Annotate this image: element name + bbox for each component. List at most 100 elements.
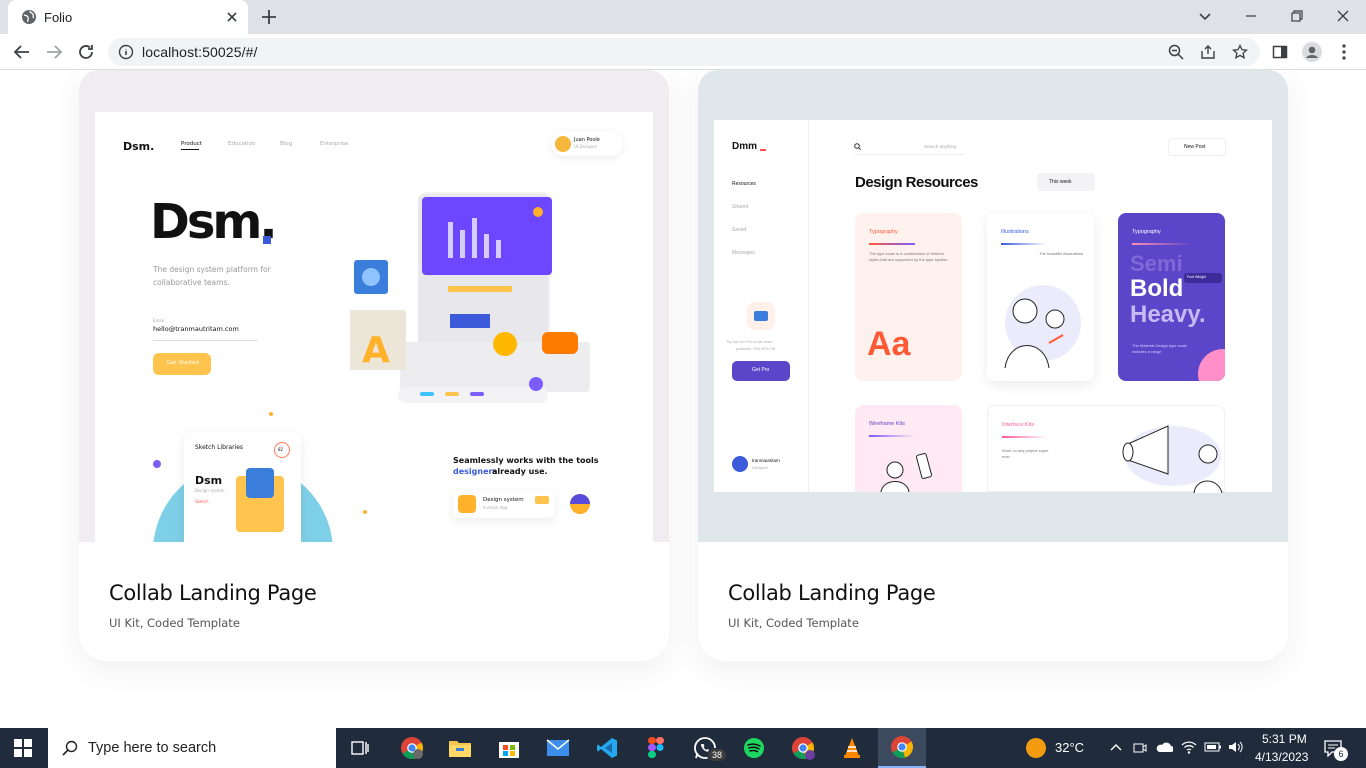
new-tab-icon[interactable]: [258, 6, 280, 28]
onedrive-icon[interactable]: [1155, 741, 1173, 753]
restore-icon[interactable]: [1274, 0, 1320, 32]
clock-date[interactable]: 4/13/2023: [1255, 750, 1308, 764]
preview-tools-highlight: designers: [453, 467, 498, 476]
vscode-icon[interactable]: [587, 732, 627, 764]
preview-heading: Design Resources: [855, 174, 978, 191]
megaphone-icon: [1122, 425, 1223, 493]
resource-desc: The beautiful illustrations: [1039, 251, 1084, 256]
tab-search-icon[interactable]: [1182, 0, 1228, 32]
back-icon[interactable]: [12, 42, 32, 62]
preview-lib-tag: Sketch: [195, 499, 209, 504]
resource-desc: Work on any project super ever: [1002, 448, 1049, 459]
task-view-icon[interactable]: [340, 732, 380, 764]
tool-sub: Invision App: [483, 505, 508, 510]
zoom-icon[interactable]: [1168, 44, 1184, 60]
share-icon[interactable]: [1200, 44, 1216, 60]
meet-icon[interactable]: [1133, 741, 1147, 755]
weather-sun-icon[interactable]: [1026, 738, 1046, 758]
battery-icon[interactable]: [1204, 742, 1222, 752]
preview-user-name: tranmautritam: [752, 458, 780, 463]
resource-desc: The Material Design type scale includes …: [1132, 343, 1187, 354]
preview-new-post: New Post: [1168, 138, 1226, 156]
preview-user-pill: Juan Poole UI Designer: [551, 132, 623, 156]
logo-dash: [760, 149, 766, 151]
weather-temp[interactable]: 32°C: [1055, 740, 1084, 755]
store-icon[interactable]: [489, 732, 529, 764]
heavy-sample: Heavy.: [1130, 301, 1206, 328]
reload-icon[interactable]: [76, 42, 96, 62]
dot: [363, 510, 367, 514]
window-close-icon[interactable]: [1320, 0, 1366, 32]
card-title[interactable]: Collab Landing Page: [728, 581, 936, 605]
notification-count: 6: [1334, 747, 1348, 761]
project-thumbnail[interactable]: Dmm Resources Shared Saved Messages Try …: [698, 70, 1288, 542]
wireframe-icon: [880, 453, 932, 492]
resource-title: Illustrations: [1001, 229, 1029, 235]
preview-logo: Dsm.: [123, 140, 155, 153]
wifi-icon[interactable]: [1181, 740, 1197, 754]
preview-resource-card: Typography Semi Bold Heavy. Font Weight …: [1118, 213, 1225, 381]
card-title[interactable]: Collab Landing Page: [109, 581, 317, 605]
notifications-icon[interactable]: 6: [1324, 739, 1348, 762]
avatar: [555, 136, 571, 152]
windows-start-icon[interactable]: [14, 739, 32, 762]
preview-cta-label: Get Started: [167, 360, 199, 366]
address-bar[interactable]: localhost:50025/#/: [108, 38, 1260, 66]
preview-nav-item: Blog: [280, 141, 293, 147]
dot: [153, 460, 161, 468]
preview-get-pro: Get Pro: [732, 361, 790, 381]
preview-upgrade-text: Try out our Pro to be more: [726, 339, 773, 344]
project-card[interactable]: Dmm Resources Shared Saved Messages Try …: [698, 70, 1288, 661]
file-explorer-icon[interactable]: [440, 732, 480, 764]
resource-title: Wireframe Kits: [869, 421, 906, 427]
chevron-up-icon[interactable]: [1110, 742, 1122, 752]
new-post-label: New Post: [1184, 144, 1206, 150]
preview-user-role: UI Designer: [574, 144, 598, 149]
preview-side-item: Saved: [732, 227, 747, 233]
taskbar-search[interactable]: Type here to search: [48, 728, 336, 768]
semi-sample: Semi: [1130, 251, 1183, 276]
preview-library-card: Sketch Libraries 82 Dsm Design system Sk…: [184, 432, 301, 542]
tool-label: Design system: [483, 497, 524, 503]
divider: [869, 435, 915, 437]
preview-tool-chip: Design system Invision App: [453, 490, 555, 518]
spotify-icon[interactable]: [734, 732, 774, 764]
minimize-icon[interactable]: [1228, 0, 1274, 32]
volume-icon[interactable]: [1228, 740, 1244, 754]
side-panel-icon[interactable]: [1270, 42, 1290, 62]
taskbar: Type here to search 38 32°C 5:31 PM 4/13…: [0, 728, 1366, 768]
chrome-profile-icon[interactable]: [783, 732, 823, 764]
resource-title: Typography: [869, 229, 898, 235]
nav-underline: [181, 149, 199, 150]
profile-avatar-icon[interactable]: [1302, 42, 1322, 62]
chrome-active-icon[interactable]: [878, 728, 926, 768]
preview-logo: Dmm: [732, 141, 758, 152]
globe-icon: [22, 10, 36, 24]
figma-icon[interactable]: [636, 732, 676, 764]
close-tab-icon[interactable]: [224, 9, 240, 25]
search-icon: [62, 740, 78, 756]
tab-strip: Folio: [0, 0, 1366, 34]
url-text: localhost:50025/#/: [142, 44, 258, 60]
filter-label: This week: [1049, 179, 1072, 185]
whatsapp-badge: 38: [707, 748, 727, 762]
project-thumbnail[interactable]: Dsm. Product Education Blog Enterprise J…: [79, 70, 669, 542]
card-subtitle: UI Kit, Coded Template: [109, 616, 240, 630]
browser-tab[interactable]: Folio: [8, 0, 248, 34]
chrome-app-icon[interactable]: [392, 732, 432, 764]
lib-count: 82: [278, 447, 284, 452]
menu-dots-icon[interactable]: [1334, 42, 1354, 62]
whatsapp-icon[interactable]: 38: [685, 732, 727, 764]
tooltip-label: Font Weight: [1187, 275, 1206, 279]
bookmark-star-icon[interactable]: [1232, 44, 1248, 60]
vlc-icon[interactable]: [832, 732, 872, 764]
preview-resource-card: Wireframe Kits: [855, 405, 962, 492]
preview-side-item: Messages: [732, 250, 755, 256]
site-info-icon[interactable]: [118, 44, 134, 60]
preview-email-label: Email: [153, 318, 165, 323]
forward-icon[interactable]: [44, 42, 64, 62]
project-card[interactable]: Dsm. Product Education Blog Enterprise J…: [79, 70, 669, 661]
mail-icon[interactable]: [538, 732, 578, 764]
preview-nav-item: Product: [181, 141, 202, 147]
clock-time[interactable]: 5:31 PM: [1262, 732, 1307, 746]
